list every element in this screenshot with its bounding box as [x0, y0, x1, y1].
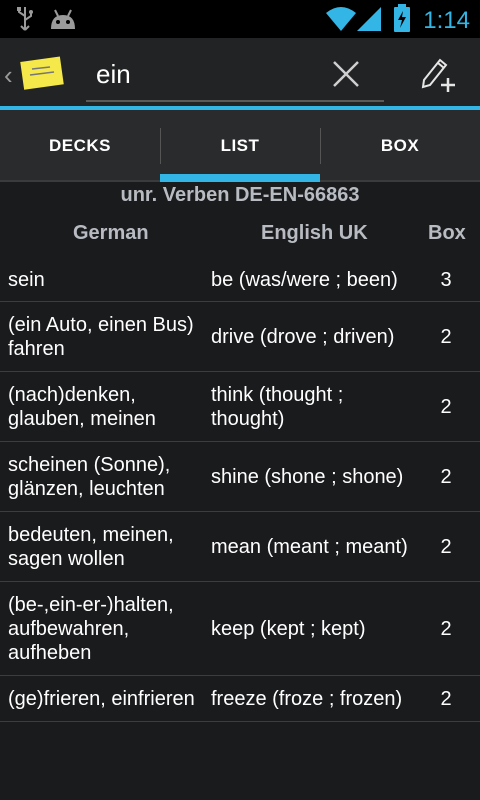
- tab-list[interactable]: LIST: [160, 110, 320, 182]
- cell-german: bedeuten, meinen, sagen wollen: [8, 523, 174, 570]
- app-icon[interactable]: [20, 55, 66, 91]
- table-row[interactable]: sein be (was/were ; been) 3: [0, 258, 480, 302]
- status-bar: 1:14: [0, 0, 480, 38]
- cell-english: keep (kept ; kept): [211, 617, 366, 640]
- table-row[interactable]: (be-,ein-er-)halten, aufbewahren, aufheb…: [0, 582, 480, 676]
- cell-english: mean (meant ; meant): [211, 535, 408, 558]
- cell-box: 2: [440, 325, 452, 348]
- tab-box[interactable]: BOX: [320, 110, 480, 182]
- table-row[interactable]: (ein Auto, einen Bus) fahren drive (drov…: [0, 302, 480, 372]
- cell-box: 2: [440, 535, 452, 558]
- cell-english: drive (drove ; driven): [211, 325, 395, 348]
- tab-decks[interactable]: DECKS: [0, 110, 160, 182]
- table-row[interactable]: (ge)frieren, einfrieren freeze (froze ; …: [0, 676, 480, 722]
- table-row[interactable]: scheinen (Sonne), glänzen, leuchten shin…: [0, 442, 480, 512]
- column-header-box[interactable]: Box: [428, 222, 466, 245]
- usb-icon: [16, 6, 34, 37]
- cell-box: 2: [440, 395, 452, 418]
- battery-charging-icon: [393, 4, 411, 37]
- cell-german: sein: [8, 268, 45, 291]
- clear-icon[interactable]: [330, 58, 362, 90]
- signal-icon: [355, 5, 382, 36]
- column-header-german[interactable]: German: [73, 222, 149, 245]
- android-icon: [48, 7, 78, 36]
- table-row[interactable]: bedeuten, meinen, sagen wollen mean (mea…: [0, 512, 480, 582]
- tab-selected-indicator: [160, 174, 320, 182]
- table-row[interactable]: (nach)denken, glauben, meinen think (tho…: [0, 372, 480, 442]
- cell-box: 2: [440, 687, 452, 710]
- cell-german: scheinen (Sonne), glänzen, leuchten: [8, 453, 171, 500]
- column-header-english[interactable]: English UK: [261, 222, 368, 245]
- cell-english: think (thought ; thought): [211, 383, 344, 430]
- clock: 1:14: [423, 6, 470, 34]
- deck-title: unr. Verben DE-EN-66863: [120, 184, 360, 206]
- cell-box: 3: [440, 268, 452, 291]
- cell-german: (nach)denken, glauben, meinen: [8, 383, 156, 430]
- search-input[interactable]: [96, 52, 326, 96]
- cell-german: (ge)frieren, einfrieren: [8, 687, 195, 710]
- cell-box: 2: [440, 465, 452, 488]
- tab-bar: DECKS LIST BOX: [0, 110, 480, 182]
- cell-english: freeze (froze ; frozen): [211, 687, 403, 710]
- cell-german: (be-,ein-er-)halten, aufbewahren, aufheb…: [8, 593, 174, 664]
- cell-german: (ein Auto, einen Bus) fahren: [8, 313, 194, 360]
- up-caret-icon[interactable]: ‹: [4, 60, 13, 91]
- add-card-icon[interactable]: [418, 54, 458, 94]
- cell-english: be (was/were ; been): [211, 268, 398, 291]
- wifi-icon: [325, 5, 357, 36]
- cell-english: shine (shone ; shone): [211, 465, 404, 488]
- cell-box: 2: [440, 617, 452, 640]
- card-list: sein be (was/were ; been) 3 (ein Auto, e…: [0, 258, 480, 722]
